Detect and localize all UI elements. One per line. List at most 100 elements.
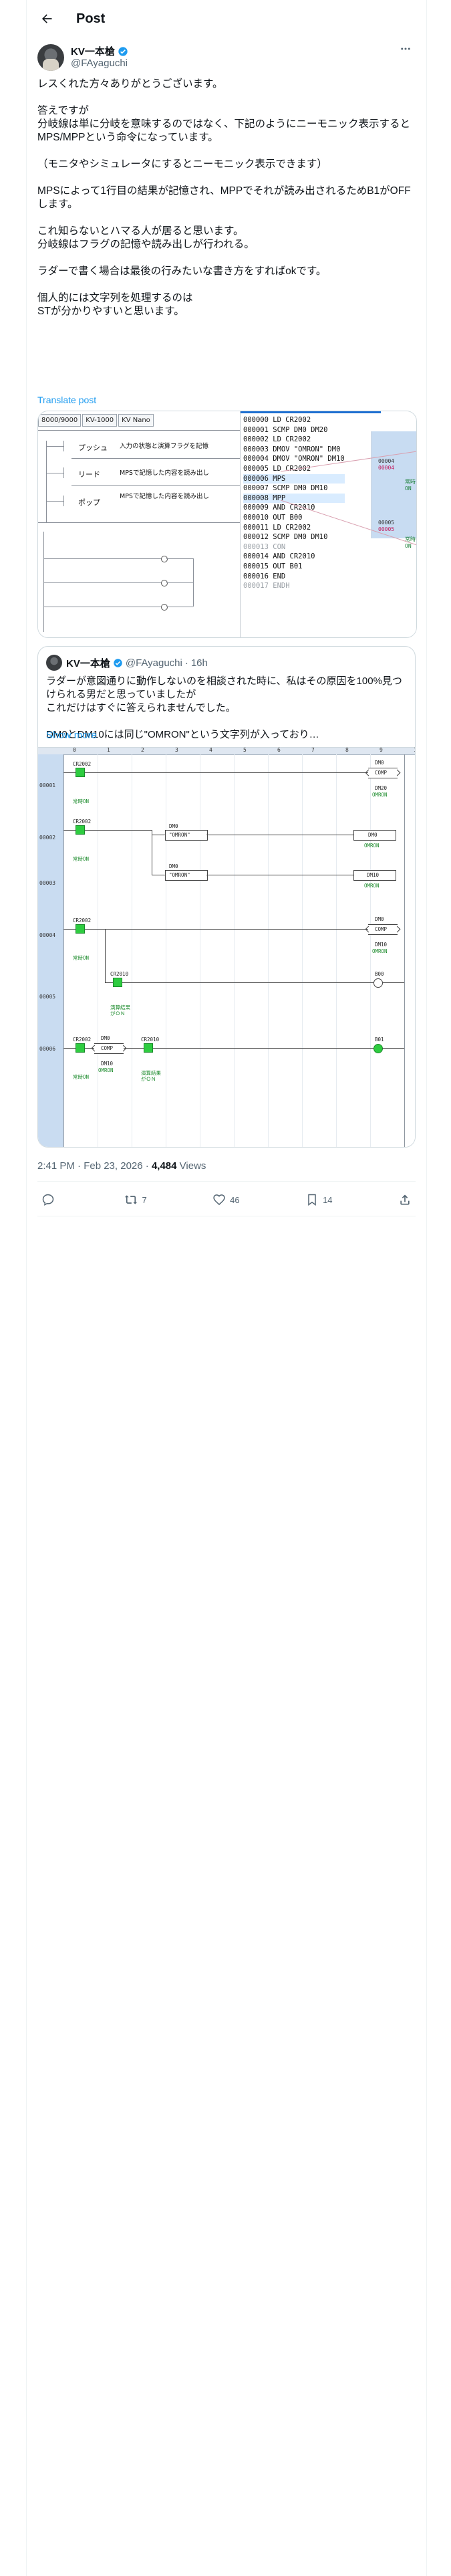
post-paragraph: MPSによって1行目の結果が記憶され、MPPでそれが読み出されるためB1がOFF… (37, 185, 411, 210)
ladder-wire (166, 558, 193, 559)
header: Post (27, 0, 426, 37)
ladder-diagram: 0 1 2 3 4 5 6 7 8 9 10 00001 00002 00003 00004 000… (38, 747, 415, 1147)
grid-line (268, 754, 269, 1147)
divider (37, 1181, 416, 1182)
views-count: 4,484 (151, 1160, 177, 1172)
author-handle[interactable]: @FAyaguchi (71, 58, 128, 69)
translate-post-link[interactable]: Translate post (37, 395, 96, 405)
quoted-author-name: KV一本槍 (66, 657, 110, 669)
contact-label: CR2010 (141, 1037, 160, 1043)
reply-button[interactable] (37, 1193, 63, 1206)
ruler-tick-label: 1 (107, 747, 110, 753)
post-paragraph: ラダーで書く場合は最後の行みたいな書き方をすればokです。 (37, 265, 327, 277)
ruler-tick-label: 5 (243, 747, 247, 753)
row-desc-push: 入力の状態と演算フラグを記憶 (120, 443, 209, 450)
reply-icon (42, 1194, 54, 1206)
right-power-rail (404, 754, 405, 1147)
row-label-read: リード (78, 470, 100, 479)
rung-number: 00004 (39, 932, 56, 938)
post-timestamp[interactable]: 2:41 PM · Feb 23, 2026 (37, 1160, 143, 1172)
grid-line (302, 754, 303, 1147)
operand-label: DM0 (101, 1035, 110, 1041)
row-desc-read: MPSで記憶した内容を読み出し (120, 469, 209, 477)
quoted-post-header: KV一本槍 @FAyaguchi · 16h (46, 655, 208, 671)
post-paragraph: 個人的には文字列を処理するのは STが分かりやすいと思います。 (37, 292, 193, 317)
quoted-post-text: ラダーが意図通りに動作しないのを相談された時に、私はその原因を100%見つけられ… (46, 675, 407, 742)
share-button[interactable] (394, 1193, 416, 1206)
operand-label: DM0 (375, 760, 384, 766)
quoted-avatar (46, 655, 62, 671)
rung-number: 00006 (39, 1046, 56, 1052)
ruler-tick-label: 8 (345, 747, 349, 753)
ladder-contact (161, 580, 168, 586)
contact-label: CR2002 (73, 918, 92, 924)
ladder-wire (43, 582, 164, 583)
separator: · (184, 657, 188, 669)
rung-number: 00002 (39, 835, 56, 841)
mnemonic-panel: 000000 LD CR2002 000001 SCMP DM0 DM20 0000… (240, 411, 416, 637)
ruler-tick-label: 7 (311, 747, 315, 753)
contact-on (76, 768, 85, 777)
avatar[interactable] (37, 44, 64, 71)
back-arrow-icon (42, 14, 52, 23)
views-label: Views (179, 1160, 206, 1172)
operand-comment: OMRON (372, 948, 388, 954)
page-title: Post (76, 11, 106, 26)
repost-button[interactable]: 7 (120, 1193, 150, 1206)
operand-comment: OMRON (364, 843, 380, 849)
ladder-wire (166, 582, 193, 583)
operand-label: "OMRON" (169, 872, 190, 878)
repost-count: 7 (142, 1194, 147, 1205)
quoted-author-handle: @FAyaguchi (125, 657, 182, 669)
post-column: Post KV一本槍 @FAyaguchi レスくれた方々ありがとうございます。… (26, 0, 427, 2576)
wire (382, 1048, 404, 1049)
contact-on (76, 825, 85, 835)
rung-gutter (38, 754, 64, 1147)
operand-comment: OMRON (364, 883, 380, 889)
ruler-tick-label: 2 (141, 747, 144, 753)
contact-on (76, 1043, 85, 1053)
attached-image[interactable]: 8000/9000 KV-1000 KV Nano プッシュ 入力の状態と演算フ… (37, 411, 417, 638)
wire (85, 929, 368, 930)
bookmark-icon (308, 1194, 316, 1206)
like-button[interactable]: 46 (208, 1193, 243, 1206)
show-more-link[interactable]: Show more (46, 730, 97, 741)
author-name[interactable]: KV一本槍 (71, 44, 115, 58)
connector-lines (280, 451, 416, 546)
wire (122, 982, 373, 983)
wire (105, 982, 113, 983)
quoted-post[interactable]: KV一本槍 @FAyaguchi · 16h ラダーが意図通りに動作しないのを相… (37, 646, 416, 1148)
wire (63, 929, 76, 930)
operand-label: DM10 (367, 872, 380, 878)
operand-label: DM0 (368, 832, 378, 838)
like-count: 46 (230, 1194, 240, 1205)
coil-label: B01 (375, 1037, 384, 1043)
more-icon (401, 47, 410, 50)
contact-comment: 常時ON (73, 798, 90, 804)
contact-label: CR2002 (73, 1037, 92, 1043)
operand-label: DM0 (169, 823, 178, 829)
operand-label: COMP (101, 1045, 114, 1051)
contact-comment: 演算結果 がＯＮ (110, 1004, 130, 1016)
contact-comment: 演算結果 がＯＮ (141, 1070, 161, 1082)
symbol-line (63, 496, 64, 506)
quoted-post-body: ラダーが意図通りに動作しないのを相談された時に、私はその原因を100%見つけられ… (46, 675, 402, 740)
wire (382, 982, 404, 983)
tab-kv1000: KV-1000 (82, 414, 118, 427)
wire (153, 1048, 373, 1049)
symbol-line (63, 441, 64, 451)
back-button[interactable] (35, 7, 59, 31)
rung-number: 00001 (39, 782, 56, 788)
operand-label: COMP (375, 926, 388, 932)
wire (124, 1048, 144, 1049)
ladder-contact (161, 556, 168, 562)
rung-number: 00003 (39, 880, 56, 886)
ruler-tick-label: 10 (414, 747, 415, 753)
more-options-button[interactable] (396, 43, 416, 59)
operand-comment: OMRON (372, 792, 388, 798)
bookmark-button[interactable]: 14 (301, 1193, 336, 1206)
post-meta: 2:41 PM · Feb 23, 2026 · 4,484 Views (37, 1160, 206, 1172)
tab-8000-9000: 8000/9000 (38, 414, 82, 427)
output-coil-off (373, 978, 383, 988)
wire (63, 772, 76, 773)
